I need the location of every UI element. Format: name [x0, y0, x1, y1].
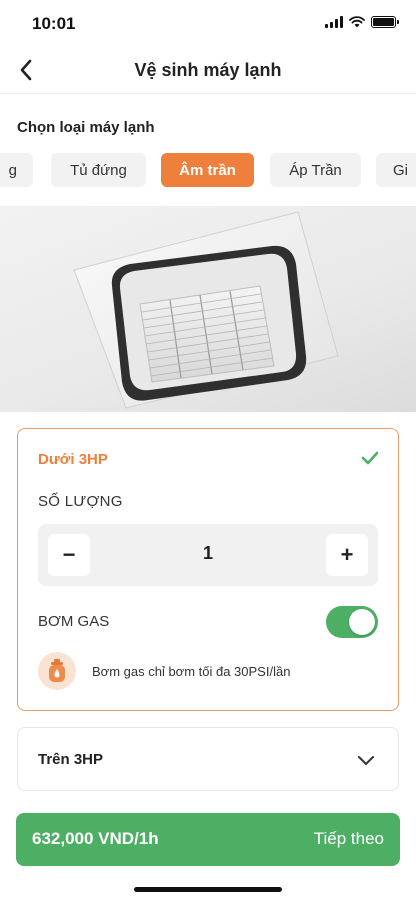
type-chip-tu-dung[interactable]: Tủ đứng [51, 153, 146, 187]
gas-cylinder-icon [38, 652, 76, 690]
bottom-bar: 632,000 VND/1h Tiếp theo [0, 797, 416, 900]
gas-pump-note: Bơm gas chỉ bơm tối đa 30PSI/lần [92, 664, 291, 679]
page-title: Vệ sinh máy lạnh [134, 60, 282, 80]
price-label: 632,000 VND/1h [32, 829, 159, 848]
home-indicator [134, 887, 282, 892]
type-chip-partial-left[interactable]: g [0, 153, 33, 187]
option-title: Trên 3HP [38, 751, 104, 768]
type-chip-am-tran[interactable]: Âm trần [161, 153, 254, 187]
status-time: 10:01 [32, 14, 76, 33]
option-card-over-3hp[interactable]: Trên 3HP [17, 727, 399, 791]
quantity-label: SỐ LƯỢNG [38, 493, 123, 510]
ceiling-cassette-illustration [73, 211, 339, 409]
increment-button[interactable]: + [326, 534, 368, 576]
battery-icon [371, 16, 399, 28]
wifi-icon [349, 16, 365, 28]
gas-pump-toggle[interactable] [326, 606, 378, 638]
app-header: Vệ sinh máy lạnh [0, 46, 416, 94]
option-title: Dưới 3HP [38, 451, 108, 468]
type-chip-partial-right[interactable]: Gi [376, 153, 416, 187]
status-bar: 10:01 [0, 0, 416, 46]
next-label: Tiếp theo [313, 829, 384, 848]
cellular-signal-icon [325, 16, 343, 28]
type-chip-ap-tran[interactable]: Áp Trần [270, 153, 361, 187]
checkmark-icon [361, 451, 379, 465]
option-card-under-3hp[interactable]: Dưới 3HP SỐ LƯỢNG − 1 + BƠM GAS Bơm gas … [17, 428, 399, 711]
type-selector-label: Chọn loại máy lạnh [17, 119, 155, 136]
toggle-knob [349, 609, 375, 635]
type-selector: Chọn loại máy lạnh g Tủ đứng Âm trần Áp … [0, 100, 416, 206]
ac-unit-image [0, 206, 416, 412]
next-button[interactable]: 632,000 VND/1h Tiếp theo [16, 813, 400, 866]
type-chip-list: g Tủ đứng Âm trần Áp Trần Gi [0, 153, 416, 187]
chevron-down-icon[interactable] [356, 750, 376, 770]
status-icons [325, 16, 399, 28]
gas-pump-label: BƠM GAS [38, 613, 110, 630]
quantity-stepper: − 1 + [38, 524, 378, 586]
